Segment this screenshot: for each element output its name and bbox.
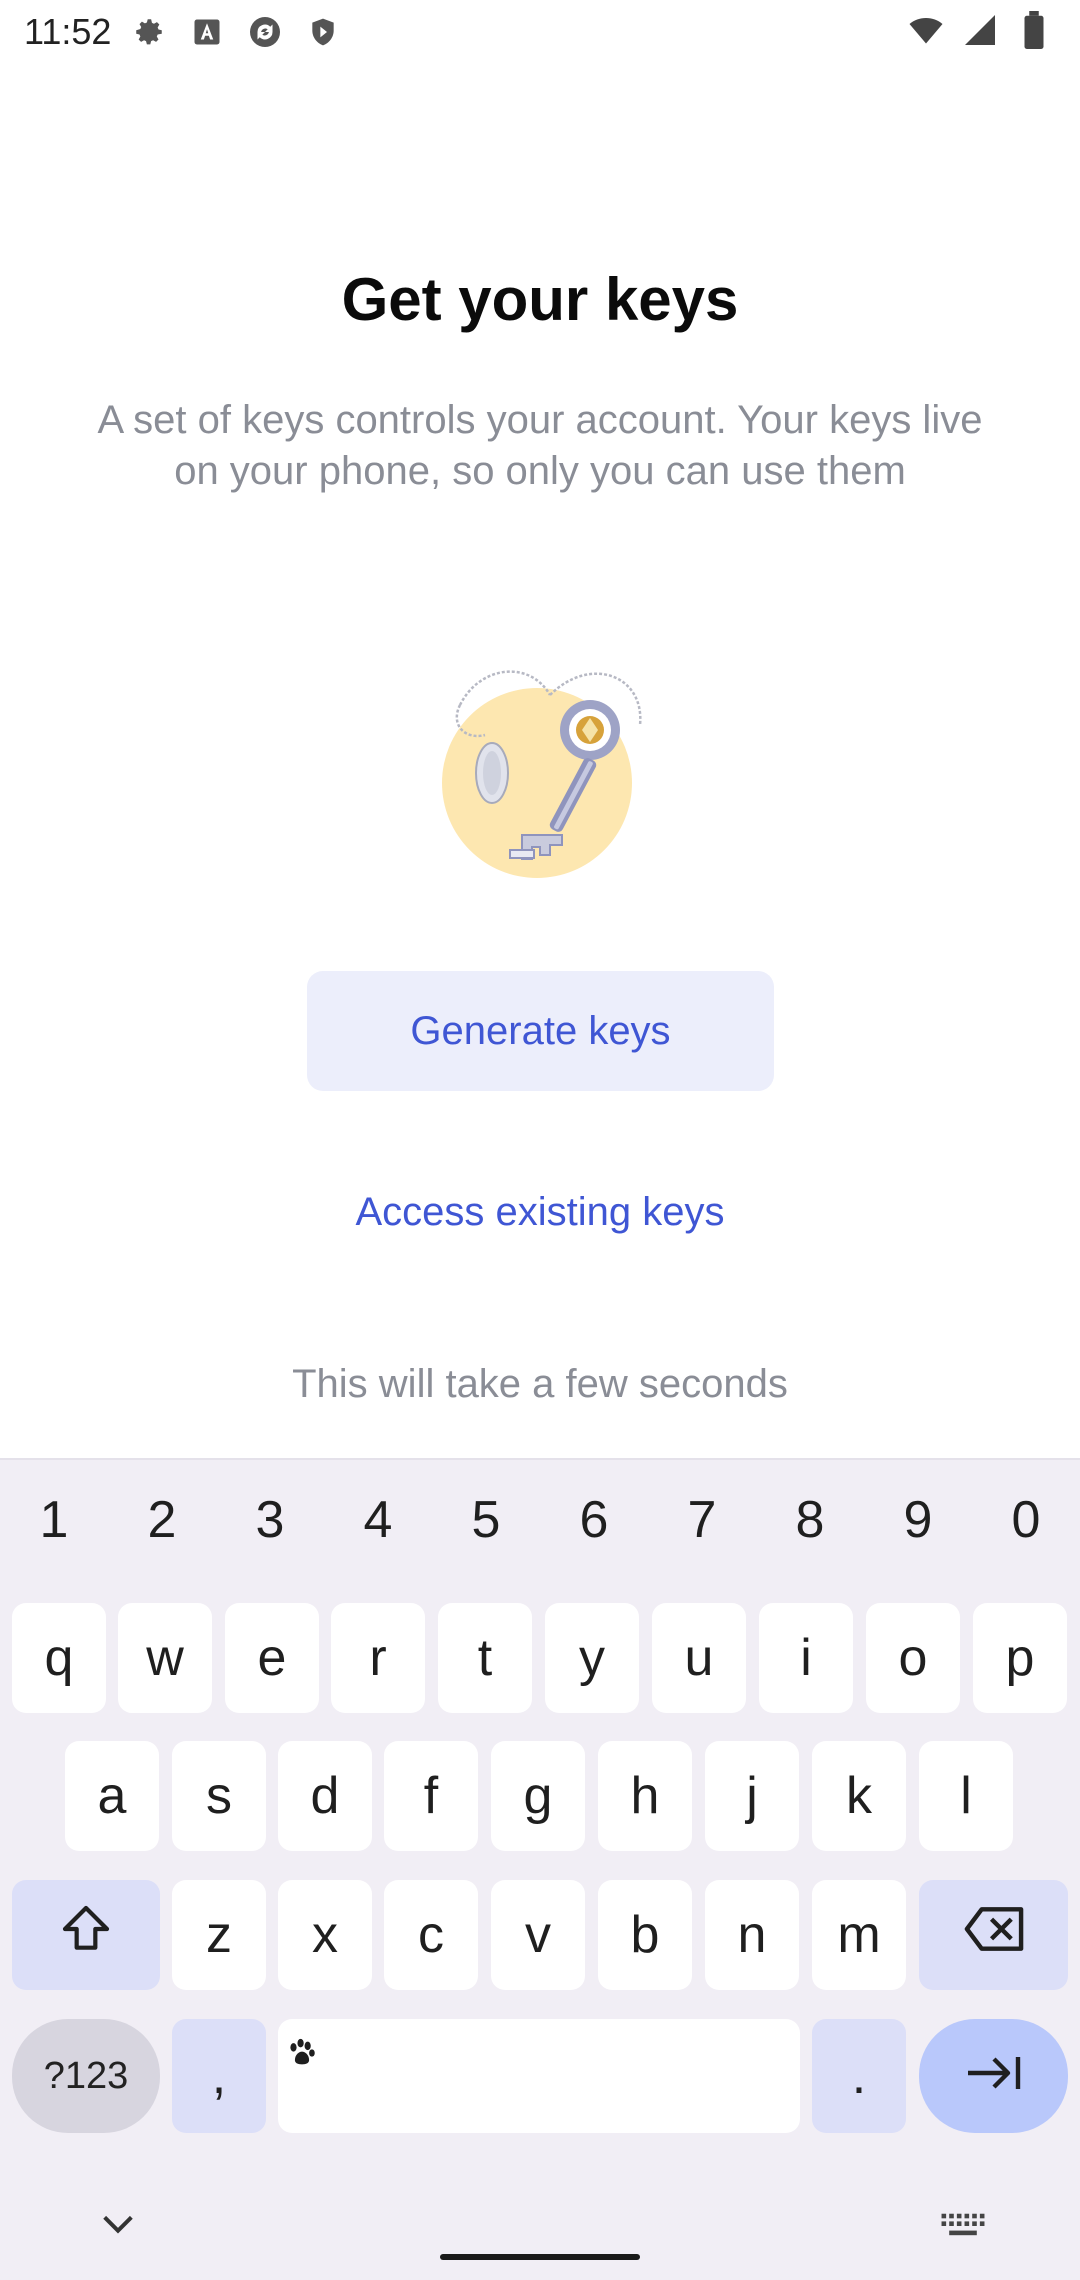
number-row: 1 2 3 4 5 6 7 8 9 0 bbox=[0, 1490, 1080, 1570]
status-time: 11:52 bbox=[24, 11, 112, 52]
key-9[interactable]: 9 bbox=[864, 1490, 972, 1570]
key-v[interactable]: v bbox=[491, 1880, 585, 1990]
key-w[interactable]: w bbox=[118, 1603, 212, 1713]
key-g[interactable]: g bbox=[491, 1741, 585, 1851]
key-0[interactable]: 0 bbox=[972, 1490, 1080, 1570]
key-m[interactable]: m bbox=[812, 1880, 906, 1990]
battery-icon bbox=[1016, 11, 1052, 49]
status-icons-right bbox=[908, 11, 1052, 49]
key-f[interactable]: f bbox=[384, 1741, 478, 1851]
keyboard-icon[interactable] bbox=[940, 2212, 986, 2245]
page-title: Get your keys bbox=[341, 266, 739, 333]
key-u[interactable]: u bbox=[652, 1603, 746, 1713]
key-i[interactable]: i bbox=[759, 1603, 853, 1713]
key-o[interactable]: o bbox=[866, 1603, 960, 1713]
gesture-nav-handle[interactable] bbox=[440, 2254, 640, 2260]
shield-icon bbox=[305, 14, 341, 50]
period-key[interactable]: . bbox=[812, 2019, 906, 2133]
key-1[interactable]: 1 bbox=[0, 1490, 108, 1570]
key-l[interactable]: l bbox=[919, 1741, 1013, 1851]
next-key[interactable] bbox=[919, 2019, 1068, 2133]
key-d[interactable]: d bbox=[278, 1741, 372, 1851]
time-hint: This will take a few seconds bbox=[292, 1362, 788, 1406]
key-p[interactable]: p bbox=[973, 1603, 1067, 1713]
key-h[interactable]: h bbox=[598, 1741, 692, 1851]
status-bar: 11:52 bbox=[0, 0, 1080, 64]
key-7[interactable]: 7 bbox=[648, 1490, 756, 1570]
keys-illustration bbox=[440, 665, 650, 885]
key-b[interactable]: b bbox=[598, 1880, 692, 1990]
key-z[interactable]: z bbox=[172, 1880, 266, 1990]
key-n[interactable]: n bbox=[705, 1880, 799, 1990]
space-key[interactable] bbox=[278, 2019, 800, 2133]
key-4[interactable]: 4 bbox=[324, 1490, 432, 1570]
key-3[interactable]: 3 bbox=[216, 1490, 324, 1570]
comma-key[interactable]: , bbox=[172, 2019, 266, 2133]
page-subtitle: A set of keys controls your account. You… bbox=[97, 398, 983, 493]
key-x[interactable]: x bbox=[278, 1880, 372, 1990]
key-k[interactable]: k bbox=[812, 1741, 906, 1851]
soft-keyboard: 1 2 3 4 5 6 7 8 9 0 q w e r t y u i o p … bbox=[0, 1458, 1080, 2280]
key-e[interactable]: e bbox=[225, 1603, 319, 1713]
sync-icon bbox=[247, 14, 283, 50]
signal-icon bbox=[962, 12, 998, 48]
key-s[interactable]: s bbox=[172, 1741, 266, 1851]
key-8[interactable]: 8 bbox=[756, 1490, 864, 1570]
paw-icon bbox=[284, 2023, 320, 2083]
key-t[interactable]: t bbox=[438, 1603, 532, 1713]
gear-icon bbox=[131, 14, 167, 50]
wifi-icon bbox=[908, 12, 944, 48]
backspace-key[interactable] bbox=[919, 1880, 1068, 1990]
access-existing-keys-link[interactable]: Access existing keys bbox=[0, 1190, 1080, 1235]
tab-next-icon bbox=[964, 2046, 1024, 2106]
key-q[interactable]: q bbox=[12, 1603, 106, 1713]
font-icon bbox=[189, 14, 225, 50]
key-2[interactable]: 2 bbox=[108, 1490, 216, 1570]
key-5[interactable]: 5 bbox=[432, 1490, 540, 1570]
generate-keys-button[interactable]: Generate keys bbox=[307, 971, 774, 1091]
key-6[interactable]: 6 bbox=[540, 1490, 648, 1570]
backspace-icon bbox=[962, 1904, 1026, 1967]
key-c[interactable]: c bbox=[384, 1880, 478, 1990]
shift-icon bbox=[56, 1901, 116, 1970]
key-r[interactable]: r bbox=[331, 1603, 425, 1713]
key-y[interactable]: y bbox=[545, 1603, 639, 1713]
screen: 11:52 Get your keys A set of keys contro… bbox=[0, 0, 1080, 2280]
chevron-down-icon[interactable] bbox=[98, 2210, 138, 2243]
key-j[interactable]: j bbox=[705, 1741, 799, 1851]
status-icons-left bbox=[131, 14, 341, 50]
key-a[interactable]: a bbox=[65, 1741, 159, 1851]
symbols-key[interactable]: ?123 bbox=[12, 2019, 160, 2133]
shift-key[interactable] bbox=[12, 1880, 160, 1990]
